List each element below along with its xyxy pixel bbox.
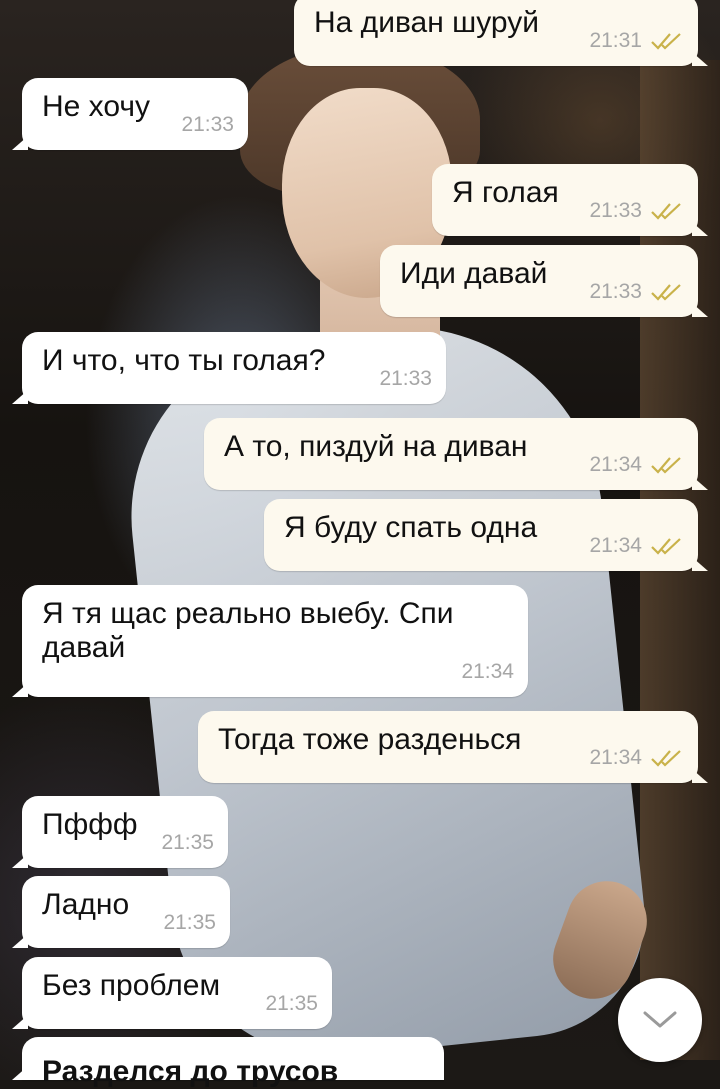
read-checkmarks-icon bbox=[651, 457, 681, 474]
message-time: 21:34 bbox=[589, 534, 642, 557]
read-checkmarks-icon bbox=[651, 284, 681, 301]
message-text: Я голая bbox=[452, 176, 559, 209]
message-time: 21:35 bbox=[265, 992, 318, 1015]
message-text: А то, пиздуй на диван bbox=[224, 430, 528, 463]
read-checkmarks-icon bbox=[651, 33, 681, 50]
scroll-to-bottom-button[interactable] bbox=[618, 978, 702, 1062]
message-time: 21:33 bbox=[589, 199, 642, 222]
message-time: 21:34 bbox=[461, 660, 514, 683]
message-bubble-outgoing[interactable]: Я буду спать одна 21:34 bbox=[264, 499, 708, 571]
message-meta: 21:33 bbox=[589, 275, 684, 309]
chevron-down-icon bbox=[643, 1011, 677, 1028]
message-bubble-outgoing[interactable]: Иди давай 21:33 bbox=[380, 245, 708, 317]
message-list[interactable]: На диван шуруй 21:31 Не хочу 21:33 Я гол… bbox=[0, 0, 720, 1088]
message-meta: 21:34 bbox=[589, 741, 684, 775]
message-bubble-outgoing[interactable]: А то, пиздуй на диван 21:34 bbox=[204, 418, 708, 490]
message-text: Пффф bbox=[42, 808, 138, 841]
message-time: 21:34 bbox=[589, 746, 642, 769]
message-meta: 21:35 bbox=[161, 826, 214, 860]
message-text: Я буду спать одна bbox=[284, 511, 538, 544]
message-time: 21:33 bbox=[379, 367, 432, 390]
message-time: 21:34 bbox=[589, 453, 642, 476]
message-bubble-incoming[interactable]: Я тя щас реально выебу. Спи давай 21:34 bbox=[12, 585, 528, 697]
message-time: 21:33 bbox=[589, 280, 642, 303]
message-meta: 21:33 bbox=[379, 362, 432, 396]
message-meta: 21:34 bbox=[589, 529, 684, 563]
message-text: На диван шуруй bbox=[314, 6, 539, 39]
message-bubble-outgoing[interactable]: Тогда тоже разденься 21:34 bbox=[198, 711, 708, 783]
message-meta: 21:34 bbox=[461, 655, 514, 689]
message-bubble-outgoing[interactable]: На диван шуруй 21:31 bbox=[294, 0, 708, 66]
message-text: Разделся до трусов bbox=[42, 1055, 339, 1088]
message-meta: 21:35 bbox=[163, 906, 216, 940]
message-meta: 21:35 bbox=[265, 987, 318, 1021]
message-meta: 21:34 bbox=[589, 448, 684, 482]
read-checkmarks-icon bbox=[651, 750, 681, 767]
message-time: 21:35 bbox=[161, 831, 214, 854]
message-text: Иди давай bbox=[400, 257, 548, 290]
message-bubble-incoming[interactable]: Ладно 21:35 bbox=[12, 876, 230, 948]
message-bubble-incoming-partial[interactable]: Разделся до трусов bbox=[12, 1037, 444, 1088]
message-text: И что, что ты голая? bbox=[42, 344, 326, 377]
read-checkmarks-icon bbox=[651, 538, 681, 555]
message-text: Тогда тоже разденься bbox=[218, 723, 522, 756]
message-text: Без проблем bbox=[42, 969, 221, 1002]
message-bubble-incoming[interactable]: Не хочу 21:33 bbox=[12, 78, 248, 150]
message-text: Ладно bbox=[42, 888, 130, 921]
message-bubble-incoming[interactable]: Без проблем 21:35 bbox=[12, 957, 332, 1029]
message-bubble-outgoing[interactable]: Я голая 21:33 bbox=[432, 164, 708, 236]
message-time: 21:33 bbox=[181, 113, 234, 136]
message-time: 21:31 bbox=[589, 29, 642, 52]
message-text: Я тя щас реально выебу. Спи давай bbox=[42, 597, 462, 664]
message-meta: 21:31 bbox=[589, 24, 684, 58]
message-bubble-incoming[interactable]: И что, что ты голая? 21:33 bbox=[12, 332, 446, 404]
message-time: 21:35 bbox=[163, 911, 216, 934]
message-meta: 21:33 bbox=[589, 194, 684, 228]
message-bubble-incoming[interactable]: Пффф 21:35 bbox=[12, 796, 228, 868]
read-checkmarks-icon bbox=[651, 203, 681, 220]
message-text: Не хочу bbox=[42, 90, 151, 123]
message-meta: 21:33 bbox=[181, 108, 234, 142]
